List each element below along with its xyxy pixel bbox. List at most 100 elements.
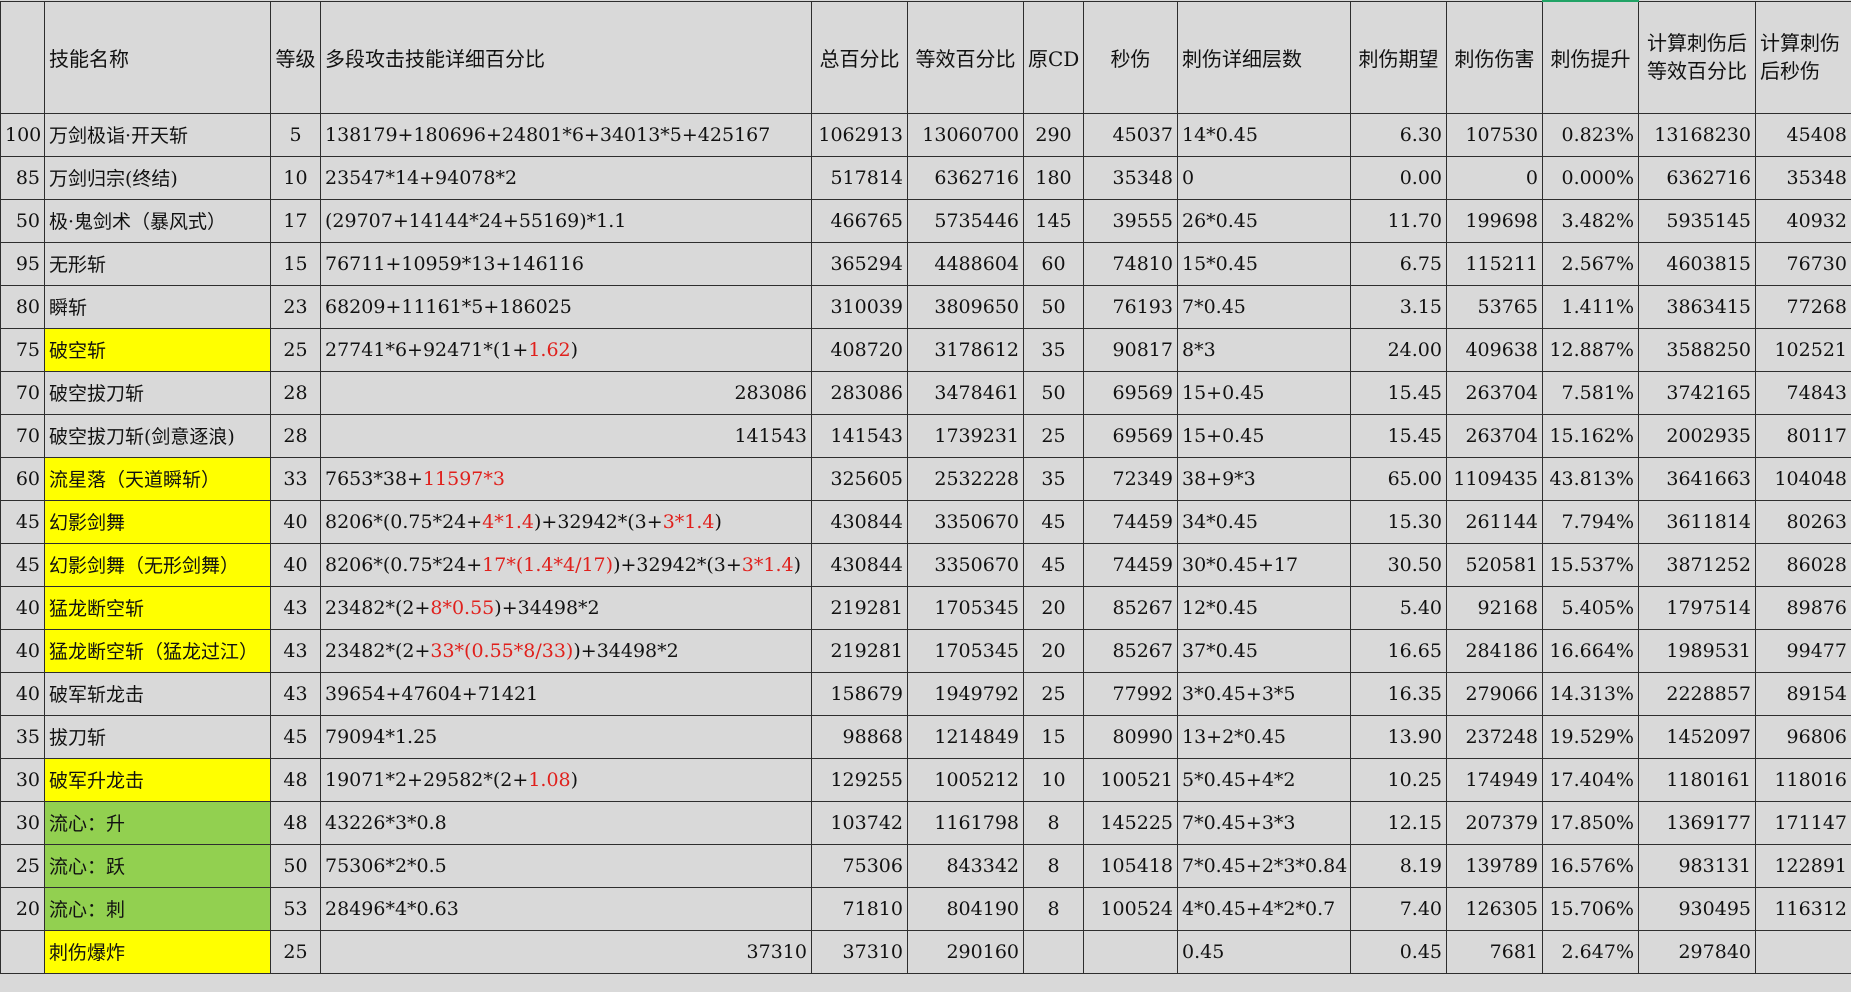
stab-expect-cell[interactable]: 12.15 [1350, 800, 1447, 845]
stab-layers-cell[interactable]: 12*0.45 [1177, 585, 1351, 630]
eq-pct-cell[interactable]: 1739231 [907, 413, 1024, 458]
stab-boost-cell[interactable]: 1.411% [1542, 284, 1639, 329]
header-cell[interactable]: 等效百分比 [907, 0, 1024, 114]
detail-formula-cell[interactable]: 27741*6+92471*(1+1.62) [320, 327, 812, 372]
header-cell[interactable]: 原CD [1023, 0, 1084, 114]
stab-expect-cell[interactable]: 6.30 [1350, 112, 1447, 157]
detail-formula-cell[interactable]: 7653*38+11597*3 [320, 456, 812, 501]
grade-cell[interactable]: 15 [270, 241, 321, 286]
stab-layers-cell[interactable]: 38+9*3 [1177, 456, 1351, 501]
skill-name-cell[interactable]: 破空斩 [44, 327, 271, 372]
detail-formula-cell[interactable]: (29707+14144*24+55169)*1.1 [320, 198, 812, 243]
calc-sec-dmg-cell[interactable]: 86028 [1755, 542, 1851, 587]
stab-boost-cell[interactable]: 19.529% [1542, 714, 1639, 759]
sec-dmg-cell[interactable]: 74810 [1083, 241, 1178, 286]
sec-dmg-cell[interactable]: 74459 [1083, 542, 1178, 587]
cd-cell[interactable]: 35 [1023, 456, 1084, 501]
header-cell[interactable]: 秒伤 [1083, 0, 1178, 114]
calc-eq-pct-cell[interactable]: 3611814 [1638, 499, 1756, 544]
stab-layers-cell[interactable]: 13+2*0.45 [1177, 714, 1351, 759]
calc-sec-dmg-cell[interactable]: 99477 [1755, 628, 1851, 673]
stab-expect-cell[interactable]: 11.70 [1350, 198, 1447, 243]
cd-cell[interactable]: 50 [1023, 370, 1084, 415]
level-cell[interactable]: 30 [0, 800, 45, 845]
skill-name-cell[interactable]: 破空拔刀斩(剑意逐浪) [44, 413, 271, 458]
sec-dmg-cell[interactable]: 74459 [1083, 499, 1178, 544]
detail-formula-cell[interactable]: 23547*14+94078*2 [320, 155, 812, 200]
eq-pct-cell[interactable]: 3478461 [907, 370, 1024, 415]
eq-pct-cell[interactable]: 290160 [907, 929, 1024, 974]
calc-eq-pct-cell[interactable]: 1797514 [1638, 585, 1756, 630]
stab-boost-cell[interactable]: 7.581% [1542, 370, 1639, 415]
grade-cell[interactable]: 10 [270, 155, 321, 200]
level-cell[interactable]: 100 [0, 112, 45, 157]
level-cell[interactable]: 45 [0, 542, 45, 587]
cd-cell[interactable]: 8 [1023, 843, 1084, 888]
total-pct-cell[interactable]: 365294 [811, 241, 908, 286]
grade-cell[interactable]: 23 [270, 284, 321, 329]
calc-eq-pct-cell[interactable]: 2002935 [1638, 413, 1756, 458]
level-cell[interactable]: 25 [0, 843, 45, 888]
sec-dmg-cell[interactable] [1083, 929, 1178, 974]
sec-dmg-cell[interactable]: 76193 [1083, 284, 1178, 329]
detail-formula-cell[interactable]: 79094*1.25 [320, 714, 812, 759]
cd-cell[interactable]: 10 [1023, 757, 1084, 802]
stab-expect-cell[interactable]: 15.30 [1350, 499, 1447, 544]
sec-dmg-cell[interactable]: 69569 [1083, 413, 1178, 458]
calc-eq-pct-cell[interactable]: 983131 [1638, 843, 1756, 888]
stab-boost-cell[interactable]: 16.576% [1542, 843, 1639, 888]
stab-dmg-cell[interactable]: 261144 [1446, 499, 1543, 544]
sec-dmg-cell[interactable]: 69569 [1083, 370, 1178, 415]
calc-sec-dmg-cell[interactable]: 76730 [1755, 241, 1851, 286]
level-cell[interactable]: 95 [0, 241, 45, 286]
stab-boost-cell[interactable]: 15.162% [1542, 413, 1639, 458]
level-cell[interactable] [0, 929, 45, 974]
level-cell[interactable]: 30 [0, 757, 45, 802]
sec-dmg-cell[interactable]: 35348 [1083, 155, 1178, 200]
calc-sec-dmg-cell[interactable]: 89154 [1755, 671, 1851, 716]
eq-pct-cell[interactable]: 4488604 [907, 241, 1024, 286]
sec-dmg-cell[interactable]: 45037 [1083, 112, 1178, 157]
calc-eq-pct-cell[interactable]: 6362716 [1638, 155, 1756, 200]
detail-formula-cell[interactable]: 141543 [320, 413, 812, 458]
grade-cell[interactable]: 43 [270, 671, 321, 716]
level-cell[interactable]: 35 [0, 714, 45, 759]
stab-boost-cell[interactable]: 15.706% [1542, 886, 1639, 931]
calc-sec-dmg-cell[interactable]: 35348 [1755, 155, 1851, 200]
calc-sec-dmg-cell[interactable]: 104048 [1755, 456, 1851, 501]
eq-pct-cell[interactable]: 1705345 [907, 628, 1024, 673]
level-cell[interactable]: 70 [0, 370, 45, 415]
level-cell[interactable]: 60 [0, 456, 45, 501]
eq-pct-cell[interactable]: 3350670 [907, 499, 1024, 544]
stab-layers-cell[interactable]: 0.45 [1177, 929, 1351, 974]
header-cell[interactable]: 等级 [270, 0, 321, 114]
stab-boost-cell[interactable]: 17.850% [1542, 800, 1639, 845]
stab-boost-cell[interactable]: 0.823% [1542, 112, 1639, 157]
total-pct-cell[interactable]: 98868 [811, 714, 908, 759]
cd-cell[interactable]: 8 [1023, 886, 1084, 931]
skill-name-cell[interactable]: 万剑极诣·开天斩 [44, 112, 271, 157]
total-pct-cell[interactable]: 1062913 [811, 112, 908, 157]
grade-cell[interactable]: 40 [270, 499, 321, 544]
stab-expect-cell[interactable]: 24.00 [1350, 327, 1447, 372]
header-cell[interactable]: 刺伤伤害 [1446, 0, 1543, 114]
sec-dmg-cell[interactable]: 80990 [1083, 714, 1178, 759]
skill-name-cell[interactable]: 猛龙断空斩（猛龙过江） [44, 628, 271, 673]
calc-eq-pct-cell[interactable]: 1452097 [1638, 714, 1756, 759]
calc-eq-pct-cell[interactable]: 13168230 [1638, 112, 1756, 157]
stab-expect-cell[interactable]: 16.35 [1350, 671, 1447, 716]
stab-dmg-cell[interactable]: 237248 [1446, 714, 1543, 759]
stab-dmg-cell[interactable]: 174949 [1446, 757, 1543, 802]
stab-layers-cell[interactable]: 34*0.45 [1177, 499, 1351, 544]
level-cell[interactable]: 20 [0, 886, 45, 931]
level-cell[interactable]: 40 [0, 585, 45, 630]
sec-dmg-cell[interactable]: 85267 [1083, 585, 1178, 630]
stab-dmg-cell[interactable]: 115211 [1446, 241, 1543, 286]
stab-layers-cell[interactable]: 15+0.45 [1177, 370, 1351, 415]
grade-cell[interactable]: 40 [270, 542, 321, 587]
grade-cell[interactable]: 45 [270, 714, 321, 759]
stab-boost-cell[interactable]: 14.313% [1542, 671, 1639, 716]
level-cell[interactable]: 45 [0, 499, 45, 544]
eq-pct-cell[interactable]: 843342 [907, 843, 1024, 888]
grade-cell[interactable]: 17 [270, 198, 321, 243]
